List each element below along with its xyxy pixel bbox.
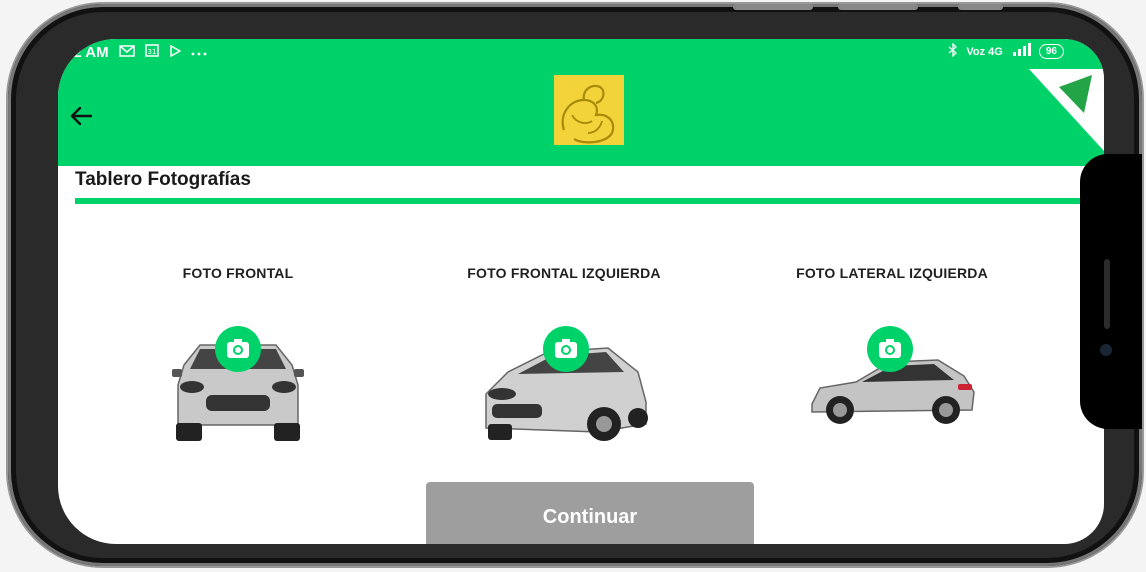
phone-notch xyxy=(1080,154,1142,429)
battery-indicator: 96 xyxy=(1038,44,1064,59)
app-header: :22 AM 31 Voz 4G 96 xyxy=(58,39,1104,166)
corner-badge xyxy=(1029,69,1104,151)
phone-frame: :22 AM 31 Voz 4G 96 Tablero Fotografías … xyxy=(8,4,1142,566)
continue-button[interactable]: Continuar xyxy=(426,482,754,544)
phone-side-button xyxy=(958,4,1003,10)
svg-text:31: 31 xyxy=(148,48,157,56)
photo-card-front-left: FOTO FRONTAL IZQUIERDA xyxy=(414,265,714,281)
app-logo xyxy=(554,75,624,147)
phone-side-button xyxy=(838,4,918,10)
status-bar-left: :22 AM 31 xyxy=(60,43,207,61)
play-icon xyxy=(169,44,182,60)
camera-button-side-left[interactable] xyxy=(867,326,913,372)
camera-icon xyxy=(879,339,901,358)
photo-label: FOTO FRONTAL xyxy=(182,265,294,281)
status-time: :22 AM xyxy=(60,44,109,61)
camera-icon xyxy=(227,339,249,358)
network-label: Voz 4G xyxy=(966,45,1003,58)
signal-icon xyxy=(1011,43,1031,60)
page-title: Tablero Fotografías xyxy=(75,169,251,190)
photo-card-side-left: FOTO LATERAL IZQUIERDA xyxy=(742,265,1042,281)
front-camera-icon xyxy=(1100,344,1112,356)
back-button[interactable] xyxy=(66,101,96,131)
gmail-icon xyxy=(119,45,135,60)
calendar-icon: 31 xyxy=(145,43,159,60)
more-dots-icon xyxy=(191,45,207,60)
photo-label: FOTO FRONTAL IZQUIERDA xyxy=(467,265,661,281)
bluetooth-icon xyxy=(948,42,958,60)
app-screen: :22 AM 31 Voz 4G 96 Tablero Fotografías … xyxy=(58,39,1104,544)
speaker-slot xyxy=(1104,259,1110,329)
title-divider xyxy=(75,198,1095,204)
photo-label: FOTO LATERAL IZQUIERDA xyxy=(796,265,988,281)
camera-button-front-left[interactable] xyxy=(543,326,589,372)
photo-card-front: FOTO FRONTAL xyxy=(88,265,388,281)
status-bar-right: Voz 4G 96 xyxy=(948,42,1064,60)
camera-button-front[interactable] xyxy=(215,326,261,372)
camera-icon xyxy=(555,339,577,358)
phone-side-button xyxy=(733,4,813,10)
arrow-left-icon xyxy=(70,106,93,126)
